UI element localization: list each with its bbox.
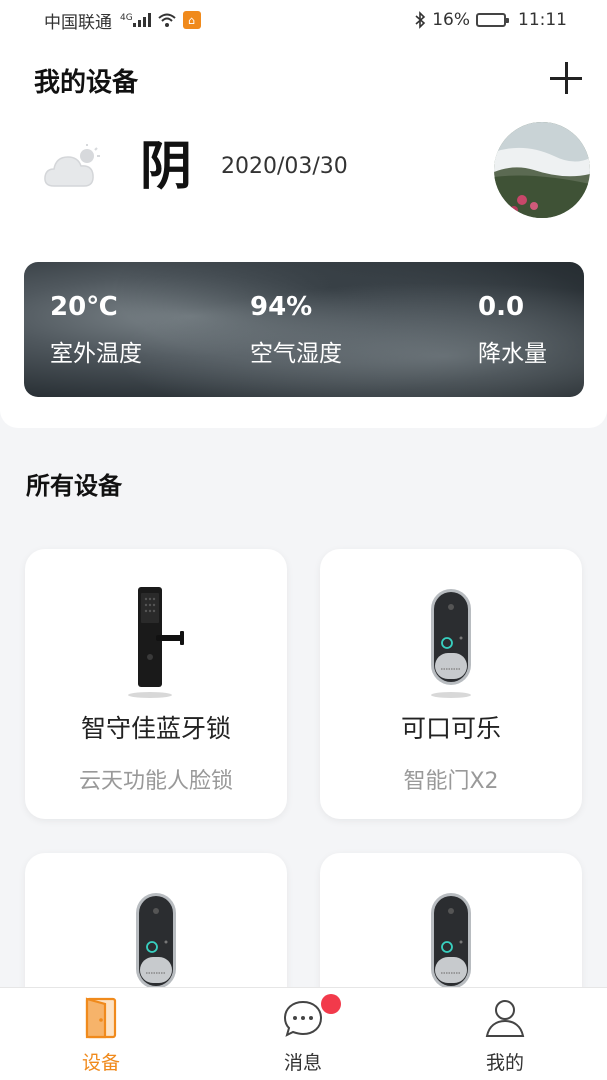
- device-card[interactable]: 可口可乐 智能门X2: [320, 549, 582, 819]
- nav-item-messages[interactable]: 消息: [243, 988, 363, 1080]
- device-name: 可口可乐: [400, 714, 501, 743]
- page-title: 我的设备: [34, 68, 139, 98]
- precipitation-label: 降水量: [478, 341, 547, 367]
- network-type: 4G: [118, 13, 151, 27]
- bottom-nav: 设备 消息 我的: [0, 987, 607, 1080]
- device-model: 智能门X2: [403, 769, 499, 794]
- cloudy-icon: [44, 144, 100, 187]
- device-card[interactable]: 智守佳蓝牙锁 云天功能人脸锁: [25, 549, 287, 819]
- carrier-label: 中国联通: [44, 12, 112, 33]
- add-device-button[interactable]: [546, 58, 586, 98]
- section-title: 所有设备: [26, 472, 122, 500]
- air-humidity-label: 空气湿度: [250, 341, 342, 367]
- air-humidity: 94% 空气湿度: [250, 292, 342, 368]
- device-model: 云天功能人脸锁: [78, 769, 233, 794]
- battery-percent: 16%: [432, 10, 470, 30]
- battery-icon: [476, 13, 509, 27]
- precipitation: 0.0 降水量: [478, 292, 547, 368]
- user-icon: [485, 1000, 525, 1037]
- device-name: 智守佳蓝牙锁: [80, 714, 231, 743]
- precipitation-value: 0.0: [478, 292, 525, 322]
- door-icon: [85, 997, 117, 1039]
- weather-card: 我的设备 阴 2020/03/30 20℃ 室外温度 94% 空气湿度 0.0: [0, 40, 607, 428]
- message-icon: [283, 1000, 323, 1037]
- video-doorbell-icon: [431, 589, 471, 698]
- weather-date: 2020/03/30: [221, 154, 348, 179]
- door-lock-icon: [128, 587, 184, 698]
- app-notification-icon: ⌂: [182, 11, 201, 29]
- clock: 11:11: [518, 10, 567, 30]
- wifi-icon: [158, 13, 176, 27]
- outdoor-temperature-label: 室外温度: [50, 341, 142, 367]
- weather-condition: 阴: [140, 137, 193, 197]
- environment-panel: 20℃ 室外温度 94% 空气湿度 0.0 降水量: [24, 262, 584, 397]
- air-humidity-value: 94%: [250, 292, 313, 322]
- nav-label: 我的: [485, 1052, 524, 1074]
- outdoor-temperature: 20℃ 室外温度: [50, 292, 142, 368]
- outdoor-temperature-value: 20℃: [50, 292, 118, 322]
- notification-badge-dot: [321, 994, 341, 1014]
- nav-item-profile[interactable]: 我的: [445, 988, 565, 1080]
- bluetooth-icon: [415, 11, 426, 29]
- status-bar: 中国联通 4G ⌂ 16% 11:11: [0, 0, 607, 40]
- nav-item-devices[interactable]: 设备: [41, 988, 161, 1080]
- signal-icon: [132, 13, 151, 27]
- avatar[interactable]: [494, 122, 590, 218]
- nav-label: 设备: [81, 1052, 120, 1074]
- nav-label: 消息: [283, 1052, 322, 1074]
